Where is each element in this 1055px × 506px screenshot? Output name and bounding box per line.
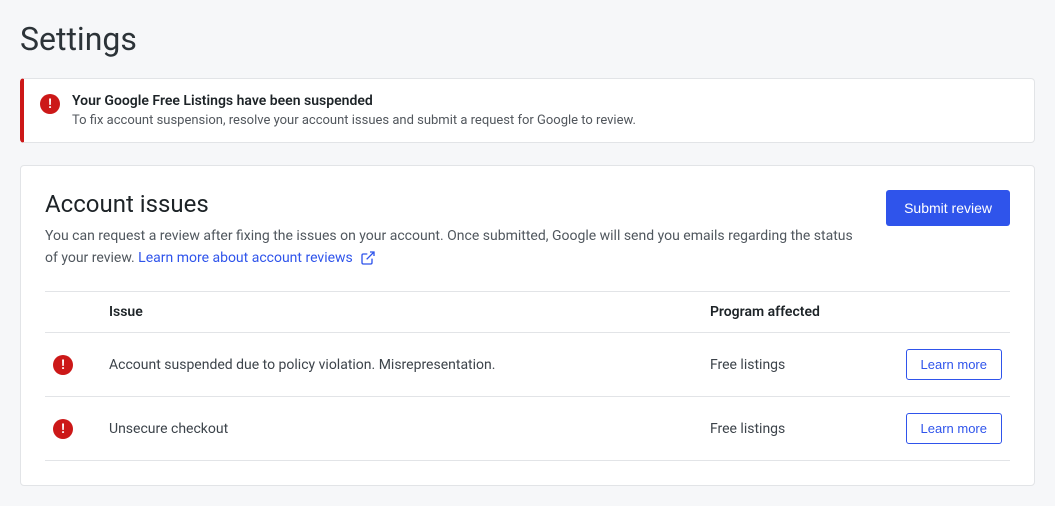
program-text: Free listings (702, 397, 890, 461)
learn-more-reviews-text: Learn more about account reviews (138, 250, 353, 266)
issue-text: Account suspended due to policy violatio… (101, 333, 702, 397)
account-issues-panel: Account issues You can request a review … (20, 165, 1035, 486)
error-icon: ! (40, 94, 60, 114)
alert-title: Your Google Free Listings have been susp… (72, 93, 636, 109)
program-text: Free listings (702, 333, 890, 397)
error-icon: ! (53, 419, 73, 439)
suspension-alert: ! Your Google Free Listings have been su… (20, 78, 1035, 143)
table-header-issue: Issue (101, 292, 702, 333)
error-icon: ! (53, 355, 73, 375)
issue-text: Unsecure checkout (101, 397, 702, 461)
alert-description: To fix account suspension, resolve your … (72, 113, 636, 128)
table-header-action (890, 292, 1010, 333)
learn-more-button[interactable]: Learn more (906, 349, 1002, 380)
issues-table: Issue Program affected ! Account suspend… (45, 291, 1010, 461)
learn-more-reviews-link[interactable]: Learn more about account reviews (138, 250, 376, 266)
page-title: Settings (20, 20, 1035, 58)
panel-description: You can request a review after fixing th… (45, 226, 862, 269)
submit-review-button[interactable]: Submit review (886, 190, 1010, 226)
table-row: ! Account suspended due to policy violat… (45, 333, 1010, 397)
table-row: ! Unsecure checkout Free listings Learn … (45, 397, 1010, 461)
panel-title: Account issues (45, 190, 862, 218)
external-link-icon (360, 250, 376, 266)
learn-more-button[interactable]: Learn more (906, 413, 1002, 444)
table-header-program: Program affected (702, 292, 890, 333)
table-header-icon (45, 292, 101, 333)
